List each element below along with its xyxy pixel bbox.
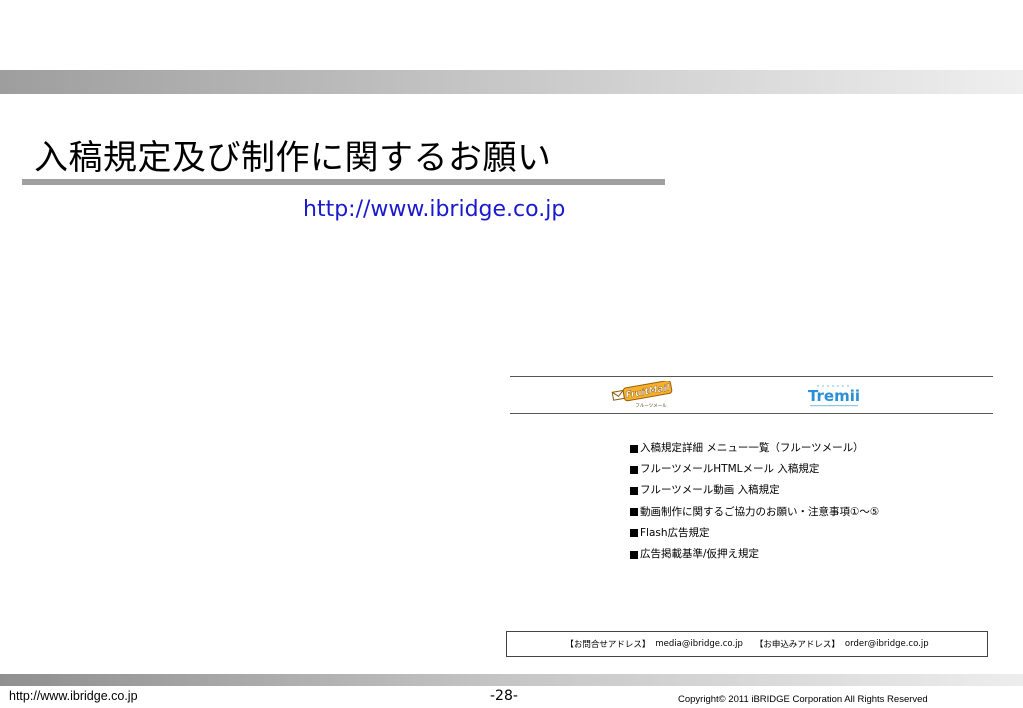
square-bullet-icon (630, 550, 638, 559)
menu-item-label: フルーツメール動画 入稿規定 (640, 484, 780, 497)
inquiry-email[interactable]: media@ibridge.co.jp (655, 639, 743, 649)
square-bullet-icon (630, 508, 638, 517)
footer-gradient-band (0, 674, 1023, 686)
menu-item-label: フルーツメールHTMLメール 入稿規定 (640, 463, 820, 476)
guideline-menu: 入稿規定詳細 メニュー一覧（フルーツメール） フルーツメールHTMLメール 入稿… (630, 438, 879, 565)
menu-item-flash[interactable]: Flash広告規定 (630, 523, 879, 544)
copyright-notice: Copyright© 2011 iBRIDGE Corporation All … (678, 694, 928, 705)
square-bullet-icon (630, 487, 638, 495)
menu-item-label: 入稿規定詳細 メニュー一覧（フルーツメール） (640, 442, 864, 454)
square-bullet-icon (630, 444, 638, 453)
order-email[interactable]: order@ibridge.co.jp (845, 639, 929, 649)
website-link[interactable]: http://www.ibridge.co.jp (303, 197, 565, 222)
title-underline (22, 179, 665, 185)
logo-divider-bottom (510, 413, 993, 414)
menu-item-ad-standards[interactable]: 広告掲載基準/仮押え規定 (630, 544, 879, 565)
footer-url[interactable]: http://www.ibridge.co.jp (9, 689, 138, 703)
tremii-logo-text: Tremii (808, 387, 860, 405)
page-title: 入稿規定及び制作に関するお願い (34, 138, 552, 178)
inquiry-label: 【お問合せアドレス】 (565, 640, 651, 650)
fruitmail-logo[interactable]: FruitMail フルーツメール (611, 381, 675, 409)
square-bullet-icon (630, 529, 638, 538)
order-label: 【お申込みアドレス】 (754, 640, 840, 650)
fruitmail-logo-subtext: フルーツメール (635, 403, 667, 409)
logo-divider-top (510, 376, 993, 377)
menu-item-label: Flash広告規定 (640, 526, 710, 539)
menu-item-menu-overview[interactable]: 入稿規定詳細 メニュー一覧（フルーツメール） (630, 438, 879, 459)
menu-item-label: 広告掲載基準/仮押え規定 (640, 548, 760, 561)
header-gradient-band (0, 70, 1023, 94)
menu-item-video-production[interactable]: 動画制作に関するご協力のお願い・注意事項①～⑤ (630, 502, 879, 523)
contact-address-box: 【お問合せアドレス】 media@ibridge.co.jp 【お申込みアドレス… (506, 631, 988, 657)
menu-item-label: 動画制作に関するご協力のお願い・注意事項①～⑤ (640, 505, 880, 518)
tremii-logo[interactable]: Tremii (806, 383, 862, 409)
menu-item-video[interactable]: フルーツメール動画 入稿規定 (630, 480, 879, 501)
square-bullet-icon (630, 465, 638, 474)
page-number: -28- (490, 688, 518, 704)
menu-item-html-mail[interactable]: フルーツメールHTMLメール 入稿規定 (630, 459, 879, 480)
